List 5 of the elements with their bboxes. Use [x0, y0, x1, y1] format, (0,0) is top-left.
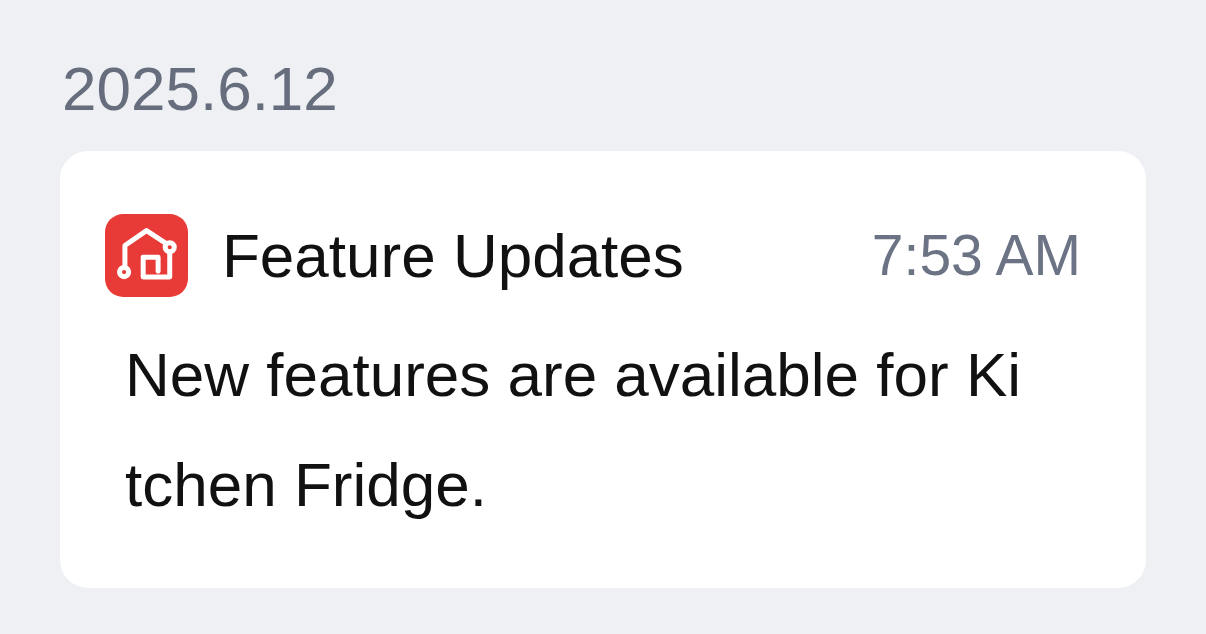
house-app-icon — [105, 214, 188, 297]
notification-card[interactable]: Feature Updates 7:53 AM New features are available for Kitchen Fridge. — [60, 151, 1146, 588]
notification-time: 7:53 AM — [871, 227, 1081, 284]
date-heading: 2025.6.12 — [62, 58, 338, 120]
notification-message: New features are available for Kitchen Fridge. — [125, 339, 1022, 521]
